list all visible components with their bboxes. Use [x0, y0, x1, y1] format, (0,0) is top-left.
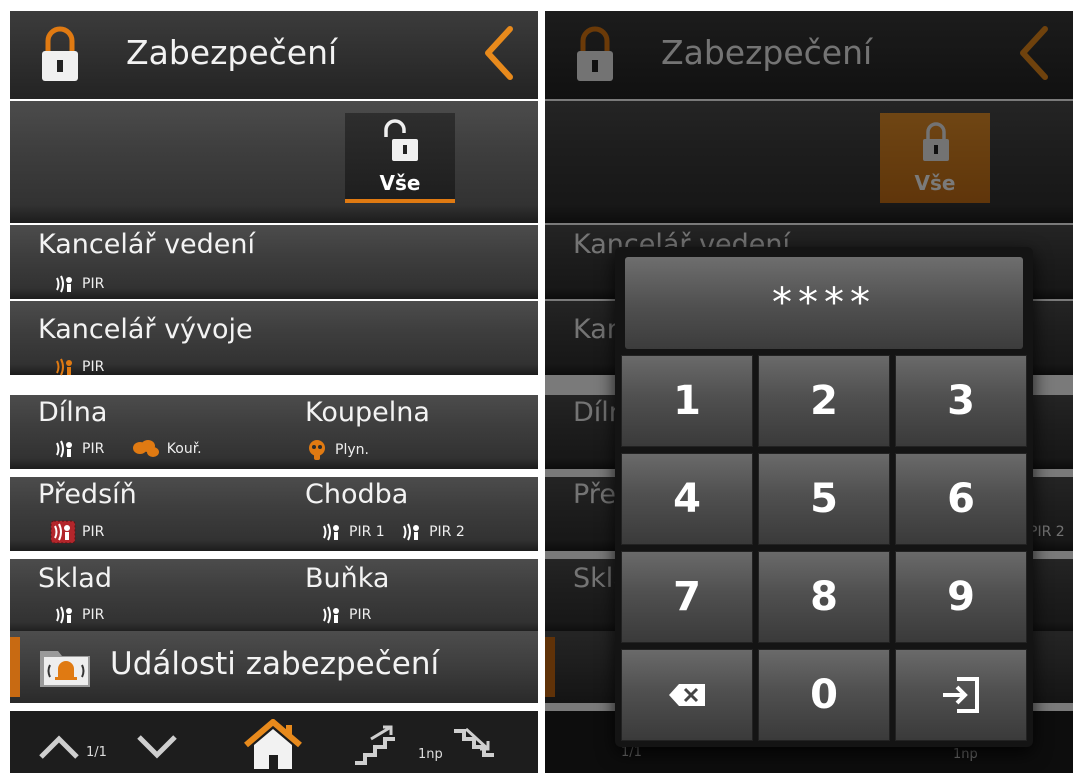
sensor-item[interactable]: PIR — [50, 520, 104, 544]
sensor-item[interactable]: PIR — [54, 274, 104, 294]
sensor-label: Plyn. — [335, 442, 369, 458]
security-events-button[interactable]: Události zabezpečení — [10, 631, 538, 703]
pir-sensor-icon — [403, 523, 420, 541]
pir-sensor-icon — [56, 440, 72, 458]
stairs-up-icon[interactable] — [353, 725, 403, 765]
floor-label: 1np — [418, 747, 443, 762]
sensor-item[interactable]: PIR 2 — [401, 522, 465, 542]
backspace-key[interactable] — [621, 649, 753, 741]
sensor-list: PIR — [321, 605, 393, 627]
enter-key[interactable] — [895, 649, 1027, 741]
unlock-all-button[interactable]: Vše — [345, 113, 455, 203]
backspace-icon — [669, 684, 705, 706]
key-0[interactable]: 0 — [758, 649, 890, 741]
up-arrow-icon[interactable] — [38, 733, 80, 761]
pin-keypad: **** 1 2 3 4 5 6 7 8 9 0 — [615, 247, 1033, 747]
sensor-list: Plyn. — [307, 439, 391, 461]
all-row — [10, 101, 538, 223]
back-chevron-icon[interactable] — [478, 23, 518, 83]
key-8[interactable]: 8 — [758, 551, 890, 643]
sensor-label: PIR 1 — [349, 524, 385, 540]
sensor-list: PIR — [54, 357, 126, 379]
lock-icon — [42, 26, 78, 81]
pir-sensor-icon — [56, 358, 72, 376]
pir-sensor-icon — [323, 523, 339, 541]
key-3[interactable]: 3 — [895, 355, 1027, 447]
pin-entry-screen: Zabezpečení Vše Kancelář vedení Kancelář… — [545, 11, 1073, 773]
sensor-label: PIR — [82, 607, 105, 623]
key-5[interactable]: 5 — [758, 453, 890, 545]
key-7[interactable]: 7 — [621, 551, 753, 643]
key-4[interactable]: 4 — [621, 453, 753, 545]
zone-dilna[interactable]: Dílna — [38, 397, 107, 428]
selection-tab — [10, 637, 20, 697]
smoke-sensor-icon — [132, 440, 159, 457]
enter-icon — [943, 677, 979, 713]
key-2[interactable]: 2 — [758, 355, 890, 447]
pir-sensor-icon — [323, 606, 339, 624]
sensor-item[interactable]: PIR 1 — [321, 522, 385, 542]
key-6[interactable]: 6 — [895, 453, 1027, 545]
zone-bunka[interactable]: Buňka — [305, 563, 389, 594]
pir-sensor-icon — [56, 275, 72, 293]
sensor-label: PIR — [82, 359, 105, 375]
header-bar: Zabezpečení — [10, 11, 538, 99]
sensor-label: PIR — [349, 607, 372, 623]
sensor-item[interactable]: PIR — [54, 605, 104, 625]
sensor-label: PIR — [82, 524, 105, 540]
sensor-item[interactable]: PIR — [54, 439, 104, 459]
sensor-label: PIR 2 — [429, 524, 465, 540]
key-1[interactable]: 1 — [621, 355, 753, 447]
sensor-label: Kouř. — [166, 441, 202, 457]
sensor-item[interactable]: Plyn. — [307, 439, 369, 461]
zone-sklad[interactable]: Sklad — [38, 563, 112, 594]
zone-koupelna[interactable]: Koupelna — [305, 397, 430, 428]
zone-chodba[interactable]: Chodba — [305, 479, 408, 510]
page-indicator: 1/1 — [86, 745, 107, 760]
gas-sensor-icon — [309, 440, 325, 460]
sensor-list: PIR Kouř. — [54, 439, 224, 461]
footer-bar: 1/1 1np — [10, 711, 538, 773]
sensor-list: PIR — [54, 605, 126, 627]
zone-kancelar-vyvoje[interactable]: Kancelář vývoje — [38, 314, 253, 345]
down-arrow-icon[interactable] — [136, 733, 178, 761]
zone-predsin[interactable]: Předsíň — [38, 479, 137, 510]
sensor-label: PIR — [82, 276, 105, 292]
pir-sensor-alarm-icon — [50, 520, 76, 544]
sensor-label: PIR — [82, 441, 105, 457]
home-icon[interactable] — [242, 719, 304, 771]
sensor-list: PIR 1 PIR 2 — [321, 522, 465, 544]
key-9[interactable]: 9 — [895, 551, 1027, 643]
security-events-label: Události zabezpečení — [110, 646, 440, 682]
zone-kancelar-vedeni[interactable]: Kancelář vedení — [38, 229, 255, 260]
security-screen: Zabezpečení Vše Kancelář vedení PIR Kanc… — [10, 11, 538, 773]
sensor-item[interactable]: Kouř. — [131, 439, 202, 459]
unlock-icon — [384, 119, 418, 161]
page-title: Zabezpečení — [126, 33, 338, 72]
sensor-item[interactable]: PIR — [54, 357, 104, 377]
sensor-list: PIR — [50, 520, 126, 544]
unlock-all-label: Vše — [379, 171, 421, 195]
sensor-list: PIR — [54, 274, 126, 296]
pir-sensor-icon — [56, 606, 72, 624]
stairs-down-icon[interactable] — [452, 725, 502, 765]
pin-display: **** — [625, 257, 1023, 349]
bell-folder-icon — [40, 651, 90, 687]
sensor-item[interactable]: PIR — [321, 605, 371, 625]
